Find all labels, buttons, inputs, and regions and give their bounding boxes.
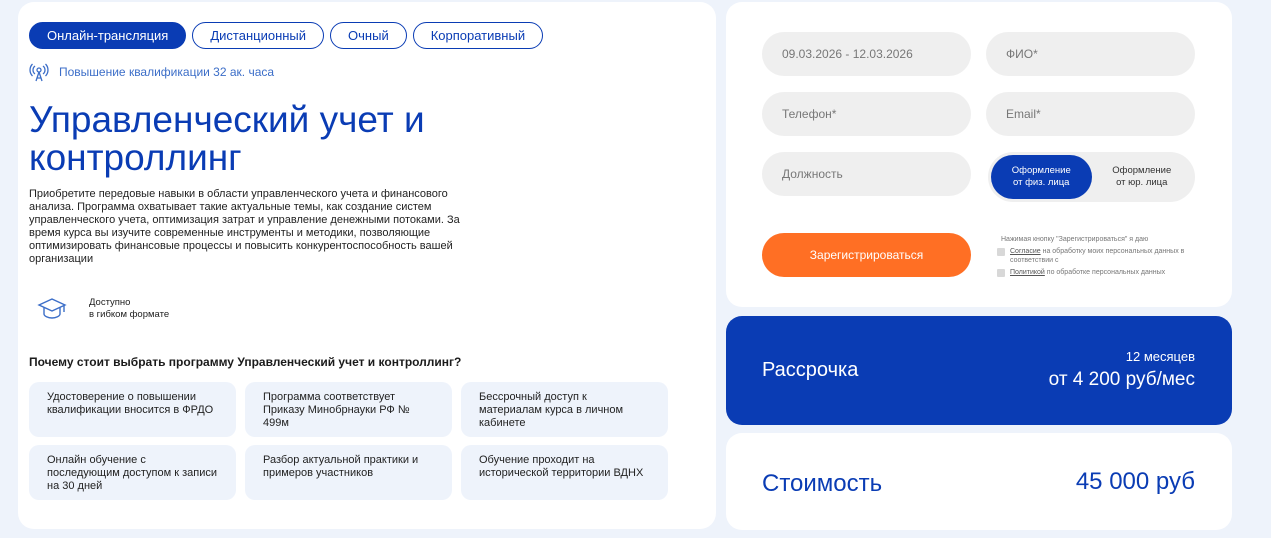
qualification-text: Повышение квалификации 32 ак. часа xyxy=(59,65,275,79)
register-button[interactable]: Зарегистрироваться xyxy=(762,233,971,277)
tab-distance[interactable]: Дистанционный xyxy=(192,22,325,49)
consent-checkbox[interactable] xyxy=(997,247,1005,256)
feature-item: Удостоверение о повышении квалификации в… xyxy=(29,382,236,437)
price-value: 45 000 руб xyxy=(1075,468,1195,495)
name-field[interactable] xyxy=(986,32,1195,76)
graduation-cap-icon xyxy=(37,298,67,319)
installment-months: 12 месяцев xyxy=(1125,349,1195,364)
tab-corporate[interactable]: Корпоративный xyxy=(412,22,544,49)
policy-checkbox[interactable] xyxy=(997,268,1005,277)
entity-type-toggle: Оформление от физ. лица Оформление от юр. … xyxy=(988,152,1195,202)
price-card: Стоимость 45 000 руб xyxy=(726,433,1232,530)
feature-item: Онлайн обучение с последующим доступом к… xyxy=(29,445,236,500)
feature-item: Обучение проходит на исторической террит… xyxy=(461,445,668,500)
policy-text: Политикой по обработке персональных данн… xyxy=(1010,268,1166,276)
dates-field[interactable]: 09.03.2026 - 12.03.2026 xyxy=(762,32,971,76)
installment-label: Рассрочка xyxy=(762,359,859,381)
consent-block: Нажимая кнопку "Зарегистрироваться" я да… xyxy=(997,235,1197,277)
tab-in-person[interactable]: Очный xyxy=(330,22,407,49)
price-label: Стоимость xyxy=(762,470,883,497)
features-grid: Удостоверение о повышении квалификации в… xyxy=(29,382,669,500)
format-line-1: Доступно xyxy=(89,297,131,308)
why-heading: Почему стоит выбрать программу Управленч… xyxy=(29,355,462,369)
email-field[interactable] xyxy=(986,92,1195,136)
broadcast-icon xyxy=(29,63,49,82)
feature-item: Программа соответствует Приказу Минобрна… xyxy=(245,382,452,437)
phone-field[interactable] xyxy=(762,92,971,136)
feature-item: Разбор актуальной практики и примеров уч… xyxy=(245,445,452,500)
consent-link[interactable]: Согласие xyxy=(1010,248,1041,255)
installment-amount: от 4 200 руб/мес xyxy=(1048,369,1195,390)
consent-text: Согласие на обработку моих персональных … xyxy=(1010,247,1185,265)
entity-legal-option[interactable]: Оформление от юр. лица xyxy=(1092,155,1193,199)
course-title: Управленческий учет и контроллинг xyxy=(29,99,425,178)
course-description: Приобретите передовые навыки в области у… xyxy=(29,188,460,265)
position-field[interactable] xyxy=(762,152,971,196)
consent-intro: Нажимая кнопку "Зарегистрироваться" я да… xyxy=(1001,236,1149,243)
qualification-info: Повышение квалификации 32 ак. часа xyxy=(29,62,274,82)
installment-card: Рассрочка 12 месяцев от 4 200 руб/мес xyxy=(726,316,1232,425)
flexible-format-info: Доступно в гибком формате xyxy=(37,295,169,323)
format-tabs: Онлайн-трансляция Дистанционный Очный Ко… xyxy=(29,22,544,49)
feature-item: Бессрочный доступ к материалам курса в л… xyxy=(461,382,668,437)
policy-link[interactable]: Политикой xyxy=(1010,269,1045,276)
entity-individual-option[interactable]: Оформление от физ. лица xyxy=(991,155,1092,199)
tab-online[interactable]: Онлайн-трансляция xyxy=(29,22,187,49)
format-line-2: в гибком формате xyxy=(89,309,170,320)
